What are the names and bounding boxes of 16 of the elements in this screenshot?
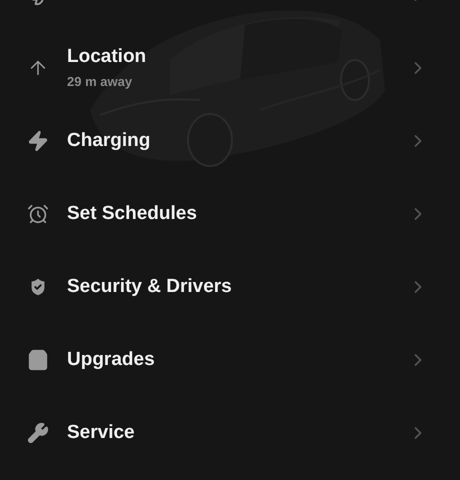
menu-item[interactable]: Location 29 m away [0, 31, 460, 104]
alarm-clock-icon [27, 202, 49, 224]
lightning-icon [27, 130, 49, 152]
menu-item[interactable]: Charging [0, 104, 460, 177]
menu-item-label: Upgrades [67, 348, 156, 372]
menu-item[interactable]: Upgrades [0, 323, 460, 396]
menu-item[interactable]: Set Schedules [0, 177, 460, 250]
menu-item-label: Set Schedules [67, 202, 198, 226]
menu-item-label: Location [67, 44, 148, 68]
menu-item-label: Service [67, 420, 136, 444]
menu-item[interactable]: Service [0, 396, 460, 469]
wrench-icon [27, 422, 49, 444]
menu-item-label: Charging [67, 128, 152, 152]
menu-item-label: Security & Drivers [67, 274, 233, 298]
menu-item-subtitle: 29 m away [67, 72, 134, 90]
menu-item[interactable]: Security & Drivers [0, 250, 460, 323]
